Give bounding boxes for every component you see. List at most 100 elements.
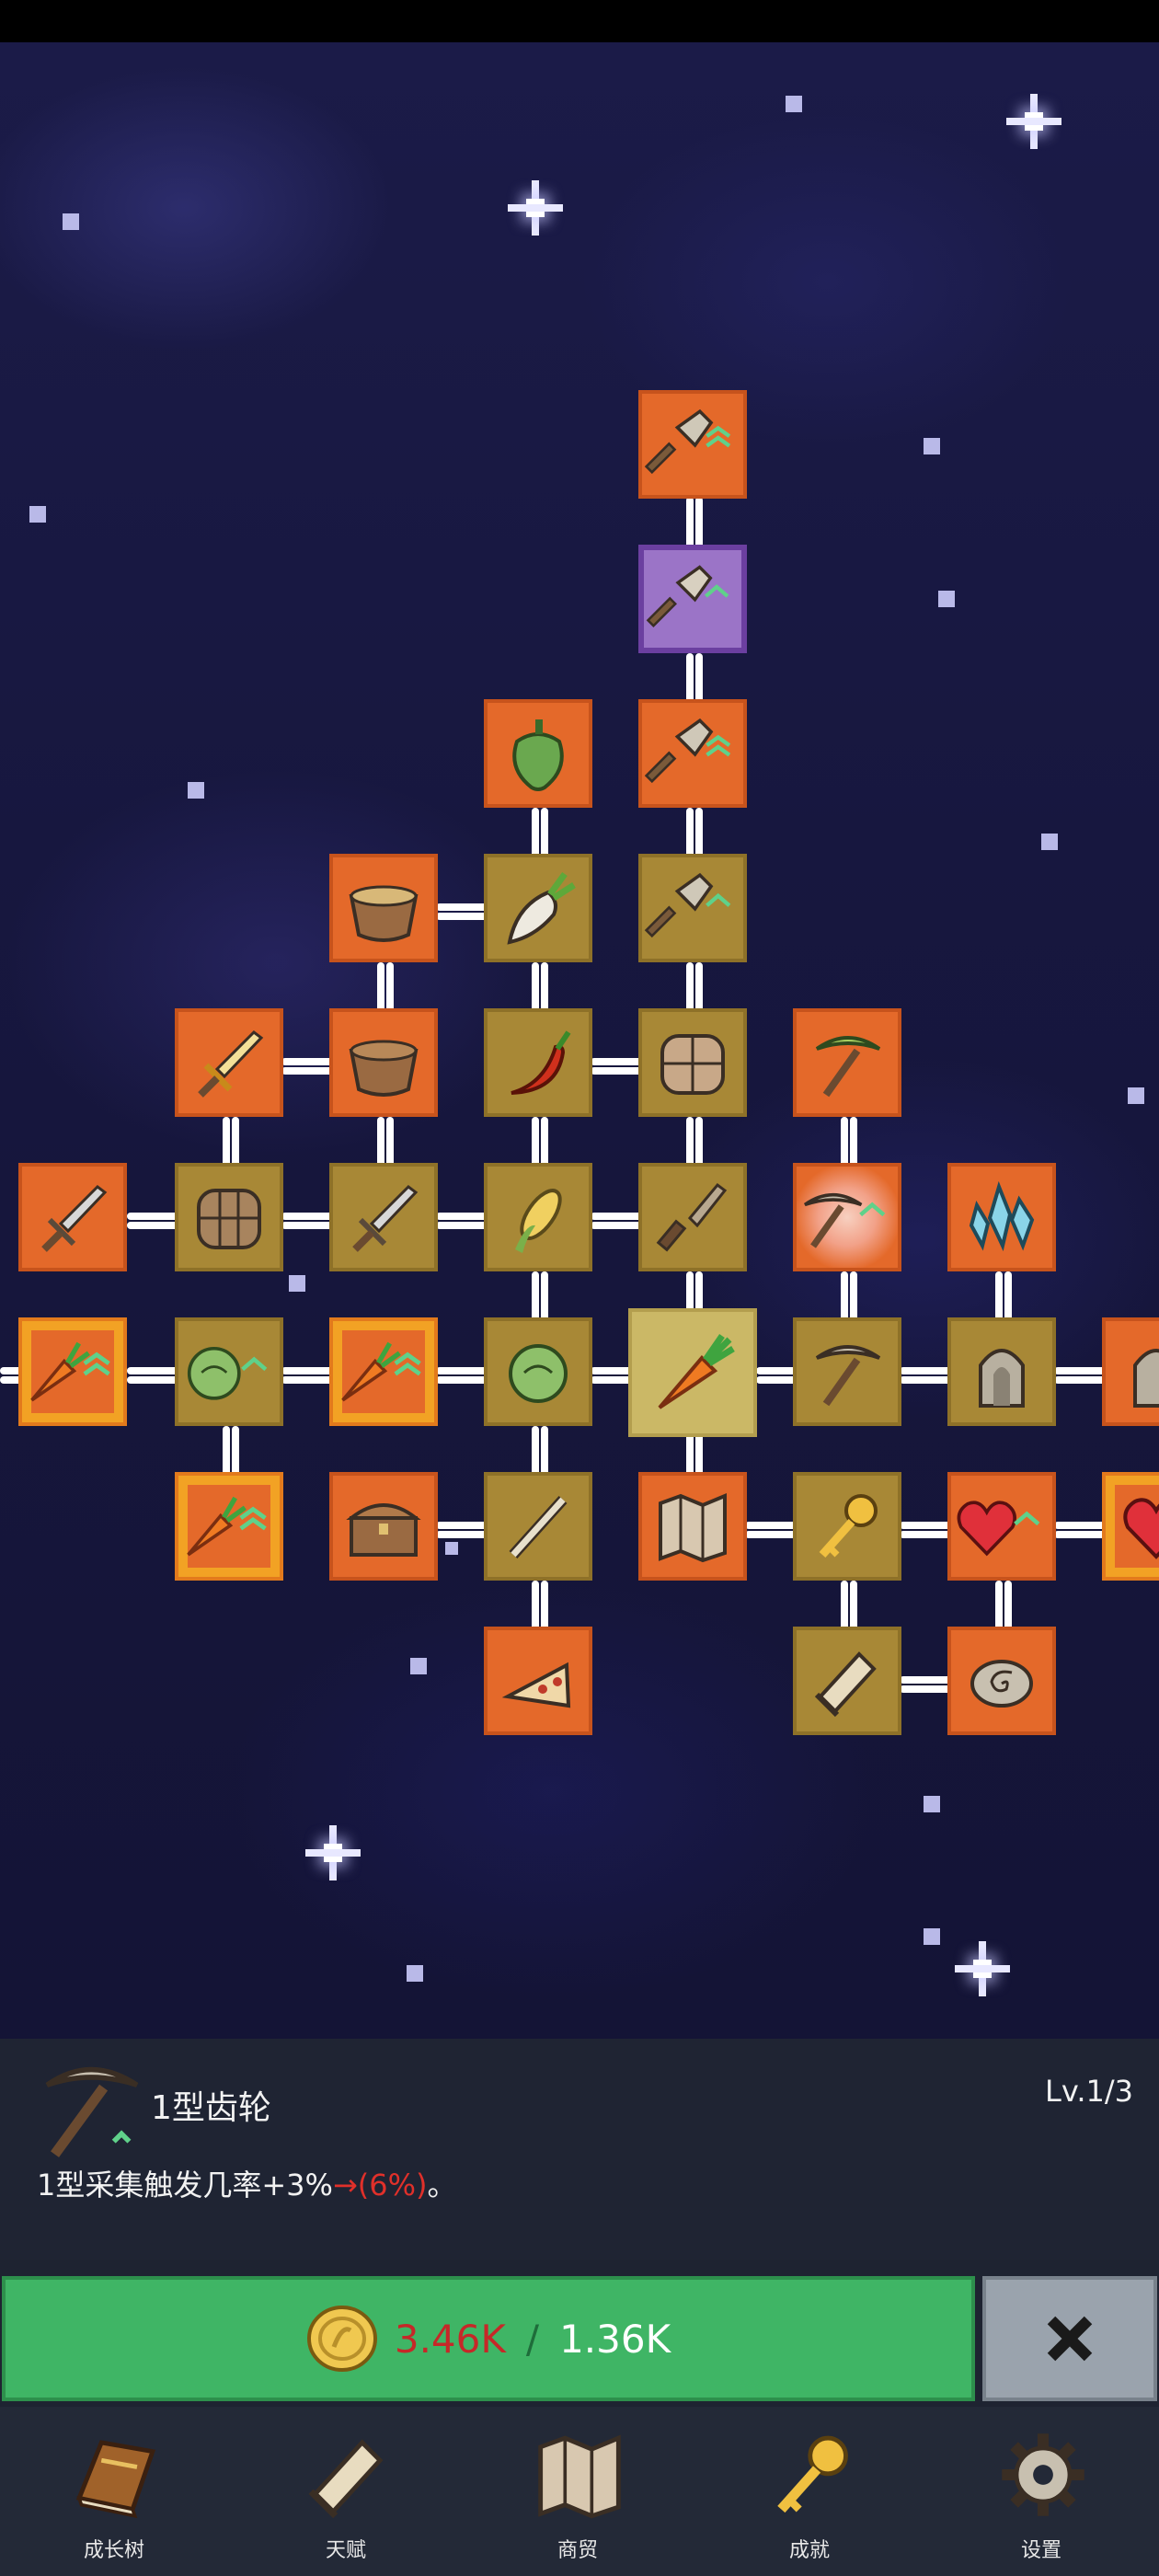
cabbage-node[interactable]: [175, 1317, 283, 1426]
crystal-node[interactable]: [947, 1163, 1056, 1271]
backpack-node[interactable]: [175, 1163, 283, 1271]
star: [1041, 834, 1058, 850]
sparkle: [508, 180, 563, 236]
star: [63, 213, 79, 230]
tree-connector: [377, 1117, 384, 1168]
cost-separator: /: [525, 2316, 540, 2362]
carrot-node[interactable]: [329, 1317, 438, 1426]
tree-connector: [686, 497, 694, 548]
map-node[interactable]: [638, 1472, 747, 1581]
star: [924, 1928, 940, 1945]
pickaxe-node[interactable]: [793, 1008, 901, 1117]
carrot-node[interactable]: [175, 1472, 283, 1581]
tree-connector: [436, 1522, 488, 1529]
shovel-node[interactable]: [638, 390, 747, 499]
tree-connector: [841, 1581, 848, 1632]
skill-arrow: →: [332, 2168, 358, 2202]
tree-connector: [1054, 1522, 1106, 1529]
tree-connector: [281, 1367, 333, 1374]
close-button[interactable]: [982, 2276, 1157, 2401]
tree-connector: [223, 1117, 230, 1168]
shovel-node[interactable]: [638, 854, 747, 962]
nav-label: 成长树: [83, 2539, 144, 2562]
carrot-icon: [658, 1334, 735, 1409]
heart-node[interactable]: [947, 1472, 1056, 1581]
nav-growth-tree[interactable]: 成长树: [22, 2407, 206, 2576]
skill-level: Lv.1/3: [1045, 2074, 1133, 2109]
star: [188, 782, 204, 799]
map-icon: [659, 1493, 727, 1563]
pot-node[interactable]: [329, 854, 438, 962]
statue-node-partial[interactable]: [1102, 1317, 1159, 1426]
tree-connector: [377, 962, 384, 1014]
pickaxe-node[interactable]: [793, 1317, 901, 1426]
corn-node[interactable]: [484, 1163, 592, 1271]
upgrade-chevron-icon: [704, 584, 729, 598]
pepper-node[interactable]: [484, 699, 592, 808]
heart-node-partial[interactable]: [1102, 1472, 1159, 1581]
carrot-node[interactable]: [18, 1317, 127, 1426]
scroll-node[interactable]: [793, 1627, 901, 1735]
tree-connector: [436, 1213, 488, 1220]
upgrade-chevron-icon: [240, 1356, 267, 1372]
pizza-node[interactable]: [484, 1627, 592, 1735]
chili-node[interactable]: [484, 1008, 592, 1117]
chest-node[interactable]: [329, 1472, 438, 1581]
star: [407, 1965, 423, 1982]
knife-node[interactable]: [638, 1163, 747, 1271]
tree-connector: [900, 1367, 951, 1374]
tree-connector: [745, 1522, 797, 1529]
fossil-icon: [970, 1660, 1033, 1708]
fossil-node[interactable]: [947, 1627, 1056, 1735]
nav-label: 商贸: [557, 2539, 598, 2562]
golden-sword-node[interactable]: [175, 1008, 283, 1117]
key-icon: [819, 1494, 878, 1558]
key-icon: [777, 2435, 848, 2513]
tree-connector: [127, 1213, 178, 1220]
tree-connector: [995, 1581, 1003, 1632]
star: [1128, 1087, 1144, 1104]
tree-connector: [532, 1426, 539, 1478]
tree-connector: [900, 1676, 951, 1684]
tree-connector: [900, 1522, 951, 1529]
cabbage-node[interactable]: [484, 1317, 592, 1426]
key-node[interactable]: [793, 1472, 901, 1581]
tree-connector: [127, 1367, 178, 1374]
star: [924, 1796, 940, 1812]
pickaxe-node-highlighted[interactable]: [793, 1163, 901, 1271]
nav-achievement[interactable]: 成就: [717, 2407, 901, 2576]
gear-icon: [1002, 2433, 1084, 2516]
bone-node[interactable]: [484, 1472, 592, 1581]
upgrade-chevron-icon: [705, 425, 730, 448]
sword-node[interactable]: [329, 1163, 438, 1271]
tree-connector: [686, 1117, 694, 1168]
shovel-node[interactable]: [638, 699, 747, 808]
carrot-node-selected[interactable]: [628, 1308, 757, 1437]
nav-talent[interactable]: 天赋: [254, 2407, 438, 2576]
statue-icon: [979, 1349, 1025, 1408]
backpack-node[interactable]: [638, 1008, 747, 1117]
tree-connector: [223, 1426, 230, 1478]
radish-node[interactable]: [484, 854, 592, 962]
pot-node[interactable]: [329, 1008, 438, 1117]
tree-connector: [436, 903, 488, 911]
upgrade-button[interactable]: 3.46K / 1.36K: [2, 2276, 975, 2401]
tree-connector: [1054, 1367, 1106, 1374]
sword-node[interactable]: [18, 1163, 127, 1271]
upgrade-chevron-icon: [394, 1351, 421, 1376]
nav-settings[interactable]: 设置: [949, 2407, 1133, 2576]
rare-shovel-node[interactable]: [638, 545, 747, 653]
backpack-icon: [660, 1034, 725, 1095]
nav-trade[interactable]: 商贸: [486, 2407, 670, 2576]
tree-connector: [281, 1213, 333, 1220]
upgrade-chevron-icon: [705, 892, 730, 907]
skill-description-suffix: 。: [427, 2168, 457, 2202]
statue-node[interactable]: [947, 1317, 1056, 1426]
tree-connector: [532, 1581, 539, 1632]
skill-next-value: (6%): [357, 2168, 428, 2202]
map-icon: [538, 2434, 621, 2519]
star: [445, 1542, 458, 1555]
bowl-icon: [349, 1040, 419, 1097]
cost-current: 3.46K: [394, 2316, 506, 2362]
nav-label: 天赋: [325, 2539, 366, 2562]
